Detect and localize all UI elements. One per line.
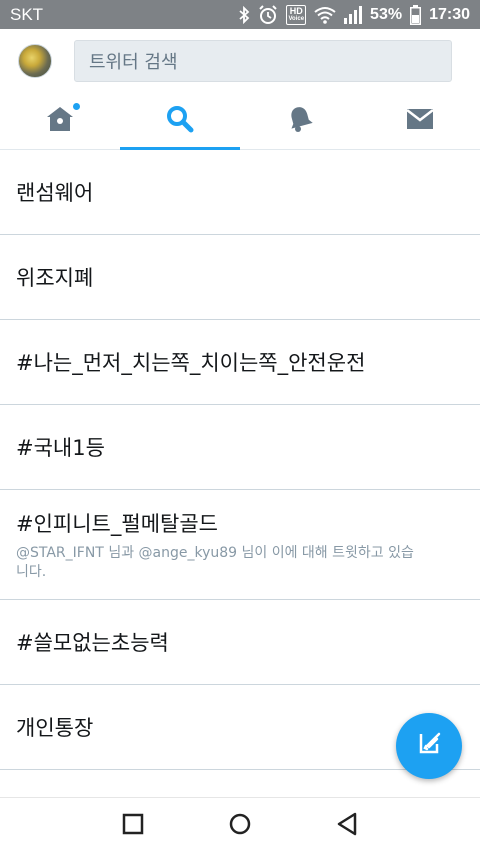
system-nav-bar [0, 797, 480, 853]
alarm-icon [258, 4, 278, 25]
wifi-icon [314, 6, 336, 24]
trend-term: #인피니트_펄메탈골드 [16, 511, 218, 536]
bell-icon [287, 105, 313, 137]
bluetooth-icon [238, 5, 250, 24]
trend-term: 위조지폐 [16, 266, 94, 290]
voice-label: Voice [288, 15, 305, 22]
battery-icon [410, 4, 422, 25]
trend-term: #쓸모없는초능력 [16, 631, 169, 655]
tab-messages[interactable] [360, 93, 480, 149]
tab-notifications[interactable] [240, 93, 360, 149]
home-icon [45, 105, 75, 137]
list-item[interactable]: #국내1등 [0, 405, 480, 490]
avatar[interactable] [18, 44, 52, 78]
list-item[interactable]: 랜섬웨어 [0, 150, 480, 235]
compose-icon [415, 730, 443, 762]
square-icon [122, 813, 144, 839]
list-item[interactable]: 위조지폐 [0, 235, 480, 320]
trend-list: 랜섬웨어 위조지폐 #나는_먼저_치는쪽_치이는쪽_안전운전 #국내1등 #인피… [0, 150, 480, 770]
tab-home[interactable] [0, 93, 120, 149]
search-placeholder: 트위터 검색 [89, 52, 178, 73]
battery-percent: 53% [370, 5, 403, 23]
hd-label: HD [289, 5, 303, 16]
status-icons: HD Voice 53% 17:30 [238, 4, 470, 25]
trend-context: @STAR_IFNT 님과 @ange_kyu89 님이 이에 대해 트윗하고 … [16, 544, 414, 580]
list-item[interactable]: #나는_먼저_치는쪽_치이는쪽_안전운전 [0, 320, 480, 405]
back-triangle-icon [336, 812, 358, 840]
trend-term: #국내1등 [16, 436, 105, 460]
carrier-label: SKT [10, 4, 44, 24]
notification-dot [73, 103, 80, 110]
status-bar: SKT HD Voice 53% 17:30 [0, 0, 480, 29]
circle-icon [228, 812, 252, 840]
mail-icon [406, 108, 434, 134]
recent-apps-button[interactable] [103, 798, 163, 853]
header: 트위터 검색 [0, 29, 480, 93]
clock: 17:30 [429, 5, 470, 23]
trend-term: #나는_먼저_치는쪽_치이는쪽_안전운전 [16, 351, 366, 375]
list-item[interactable]: #쓸모없는초능력 [0, 600, 480, 685]
tab-bar [0, 93, 480, 150]
list-item[interactable]: #인피니트_펄메탈골드 @STAR_IFNT 님과 @ange_kyu89 님이… [0, 490, 480, 600]
compose-tweet-button[interactable] [396, 713, 462, 779]
search-input[interactable]: 트위터 검색 [74, 40, 452, 82]
hd-voice-icon: HD Voice [286, 4, 307, 25]
back-button[interactable] [317, 798, 377, 853]
trend-term: 랜섬웨어 [16, 181, 94, 205]
tab-search[interactable] [120, 93, 240, 150]
home-button[interactable] [210, 798, 270, 853]
signal-icon [344, 5, 363, 24]
search-icon [166, 105, 194, 137]
